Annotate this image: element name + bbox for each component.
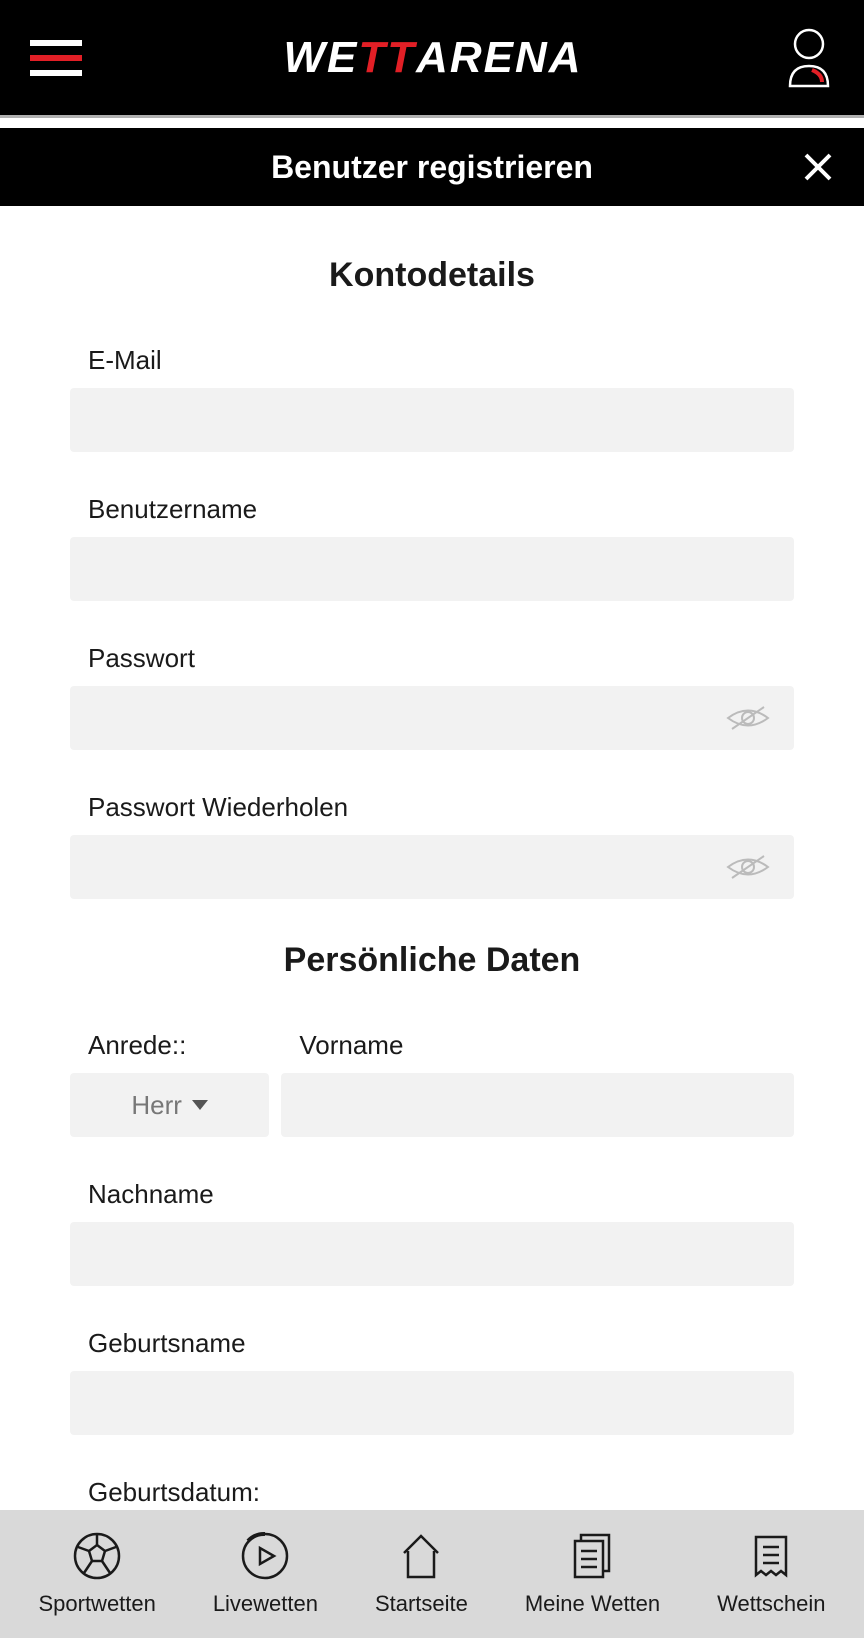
firstname-label: Vorname bbox=[281, 1030, 794, 1061]
username-input[interactable] bbox=[70, 537, 794, 601]
logo-text-3: ARENA bbox=[416, 33, 582, 83]
page-header: Benutzer registrieren bbox=[0, 128, 864, 206]
logo[interactable]: WETTARENA bbox=[283, 33, 582, 83]
lastname-label: Nachname bbox=[70, 1179, 794, 1210]
nav-sportwetten[interactable]: Sportwetten bbox=[38, 1531, 155, 1617]
password-repeat-input[interactable] bbox=[70, 835, 794, 899]
lastname-input[interactable] bbox=[70, 1222, 794, 1286]
close-icon[interactable] bbox=[802, 151, 834, 183]
nav-label: Meine Wetten bbox=[525, 1591, 660, 1617]
email-input[interactable] bbox=[70, 388, 794, 452]
profile-icon[interactable] bbox=[784, 28, 834, 88]
birthname-input[interactable] bbox=[70, 1371, 794, 1435]
section-title-personal: Persönliche Daten bbox=[70, 941, 794, 980]
logo-text-1: WE bbox=[283, 33, 358, 83]
registration-form: Kontodetails E-Mail Benutzername Passwor… bbox=[0, 206, 864, 1558]
logo-text-2: TT bbox=[358, 33, 416, 83]
nav-startseite[interactable]: Startseite bbox=[375, 1531, 468, 1617]
menu-icon[interactable] bbox=[30, 40, 82, 76]
nav-livewetten[interactable]: Livewetten bbox=[213, 1531, 318, 1617]
nav-label: Livewetten bbox=[213, 1591, 318, 1617]
nav-label: Startseite bbox=[375, 1591, 468, 1617]
top-header: WETTARENA bbox=[0, 0, 864, 118]
birthname-label: Geburtsname bbox=[70, 1328, 794, 1359]
username-label: Benutzername bbox=[70, 494, 794, 525]
email-label: E-Mail bbox=[70, 345, 794, 376]
page-title: Benutzer registrieren bbox=[271, 149, 593, 186]
firstname-input[interactable] bbox=[281, 1073, 794, 1137]
salutation-select[interactable]: Herr bbox=[70, 1073, 269, 1137]
eye-hidden-icon[interactable] bbox=[726, 852, 770, 882]
play-circle-icon bbox=[240, 1531, 290, 1581]
nav-label: Wettschein bbox=[717, 1591, 825, 1617]
section-title-account: Kontodetails bbox=[70, 256, 794, 295]
password-input[interactable] bbox=[70, 686, 794, 750]
soccer-ball-icon bbox=[72, 1531, 122, 1581]
nav-meine-wetten[interactable]: Meine Wetten bbox=[525, 1531, 660, 1617]
chevron-down-icon bbox=[192, 1100, 208, 1110]
home-icon bbox=[396, 1531, 446, 1581]
nav-label: Sportwetten bbox=[38, 1591, 155, 1617]
ticket-icon bbox=[746, 1531, 796, 1581]
bottom-navigation: Sportwetten Livewetten Startseite bbox=[0, 1510, 864, 1638]
password-repeat-label: Passwort Wiederholen bbox=[70, 792, 794, 823]
nav-wettschein[interactable]: Wettschein bbox=[717, 1531, 825, 1617]
eye-hidden-icon[interactable] bbox=[726, 703, 770, 733]
password-label: Passwort bbox=[70, 643, 794, 674]
birthdate-label: Geburtsdatum: bbox=[70, 1477, 794, 1508]
salutation-label: Anrede:: bbox=[70, 1030, 269, 1061]
salutation-value: Herr bbox=[131, 1090, 182, 1121]
documents-icon bbox=[567, 1531, 617, 1581]
